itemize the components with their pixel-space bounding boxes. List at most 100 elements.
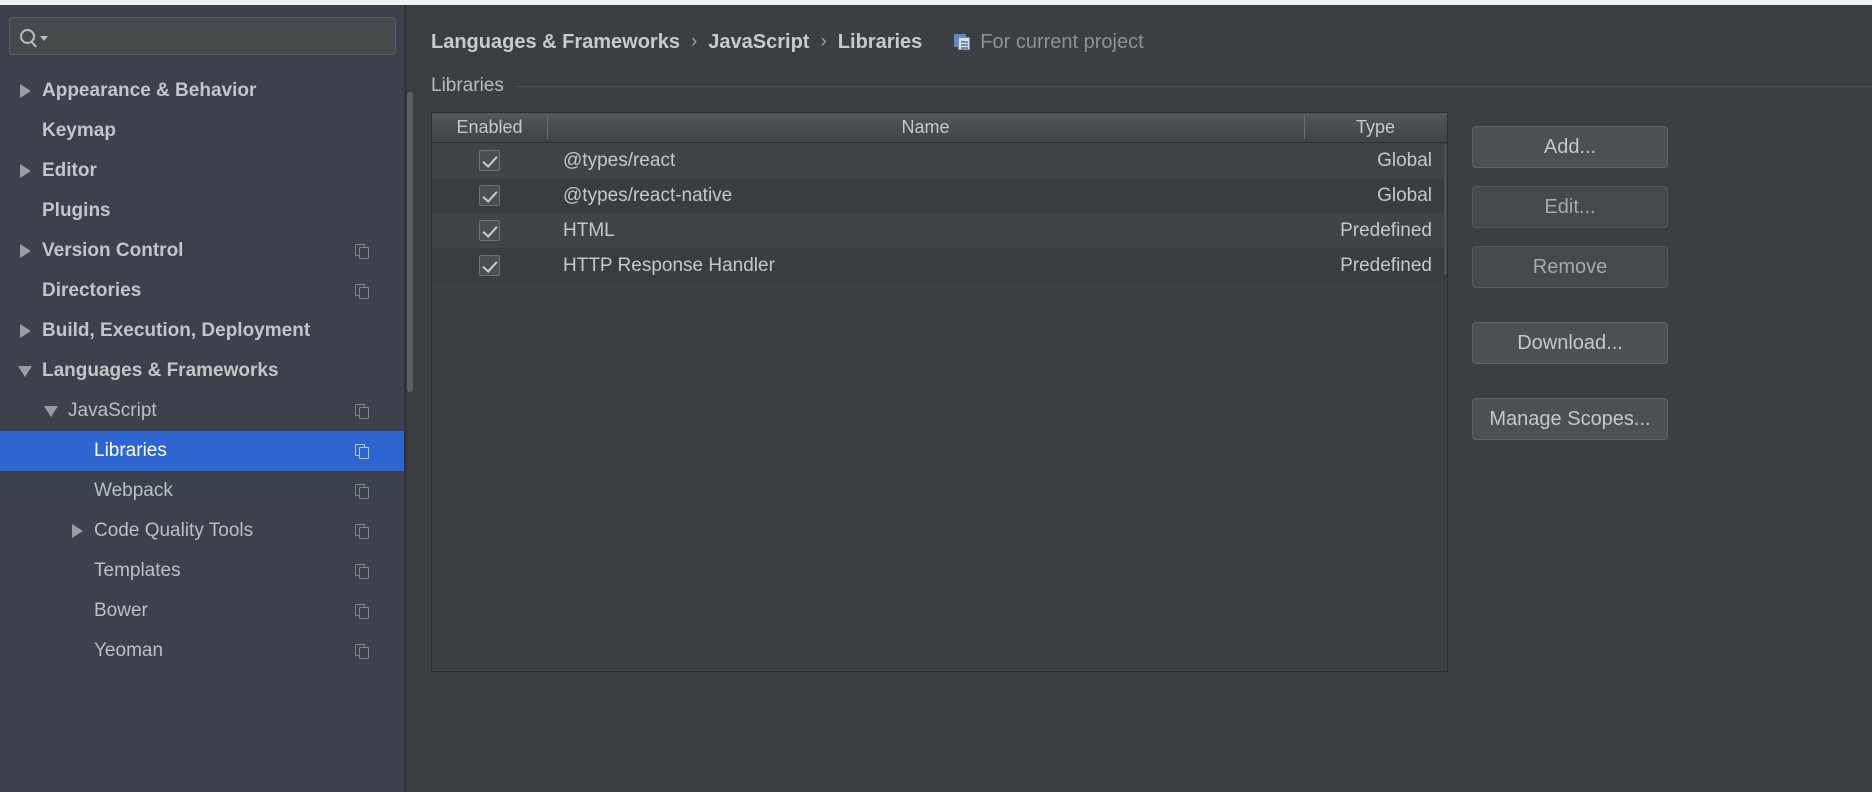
chevron-down-icon[interactable]	[40, 35, 48, 41]
enabled-checkbox[interactable]	[479, 220, 500, 241]
copy-settings-icon[interactable]	[355, 283, 370, 299]
breadcrumb-item-1[interactable]: JavaScript	[708, 31, 809, 54]
cell-library-name: @types/react	[563, 149, 676, 171]
sidebar-item-label: Languages & Frameworks	[42, 360, 279, 381]
sidebar-item-label: Directories	[42, 280, 142, 301]
scope-label: For current project	[980, 30, 1144, 53]
sidebar-item-keymap[interactable]: Keymap	[0, 111, 404, 151]
search-input[interactable]	[54, 26, 385, 46]
cell-library-name: HTTP Response Handler	[563, 254, 775, 276]
cell-enabled[interactable]	[432, 150, 547, 171]
sidebar-item-label: Keymap	[42, 120, 116, 141]
libraries-table: Enabled Name Type @types/react Global @typ…	[431, 112, 1448, 672]
remove-button[interactable]: Remove	[1472, 246, 1668, 288]
copy-settings-icon[interactable]	[355, 523, 370, 539]
sidebar-item-code-quality-tools[interactable]: Code Quality Tools	[0, 511, 404, 551]
table-row[interactable]: HTTP Response Handler Predefined	[432, 248, 1447, 283]
table-body: @types/react Global @types/react-native Glo…	[432, 143, 1447, 283]
sidebar-item-appearance-behavior[interactable]: Appearance & Behavior	[0, 71, 404, 111]
manage-scopes-button[interactable]: Manage Scopes...	[1472, 398, 1668, 440]
search-icon[interactable]	[20, 28, 48, 44]
project-scope-icon	[954, 34, 971, 50]
cell-enabled[interactable]	[432, 185, 547, 206]
copy-settings-icon[interactable]	[355, 603, 370, 619]
download-button[interactable]: Download...	[1472, 322, 1668, 364]
chevron-down-icon[interactable]	[12, 365, 38, 377]
copy-settings-icon[interactable]	[355, 483, 370, 499]
table-row[interactable]: @types/react Global	[432, 143, 1447, 178]
table-row[interactable]: @types/react-native Global	[432, 178, 1447, 213]
sidebar-item-build-execution-deployment[interactable]: Build, Execution, Deployment	[0, 311, 404, 351]
sidebar-item-label: Editor	[42, 160, 97, 181]
copy-settings-icon[interactable]	[355, 403, 370, 419]
breadcrumb: Languages & Frameworks › JavaScript › Li…	[414, 5, 1872, 57]
enabled-checkbox[interactable]	[479, 255, 500, 276]
edit-button[interactable]: Edit...	[1472, 186, 1668, 228]
table-scrollbar[interactable]	[1444, 144, 1447, 274]
sidebar-item-label: Libraries	[94, 440, 167, 461]
button-spacer	[1472, 288, 1872, 322]
sidebar-item-editor[interactable]: Editor	[0, 151, 404, 191]
sidebar-item-bower[interactable]: Bower	[0, 591, 404, 631]
chevron-right-icon[interactable]	[12, 324, 38, 338]
sidebar-item-libraries[interactable]: Libraries	[0, 431, 404, 471]
copy-settings-icon[interactable]	[355, 443, 370, 459]
copy-settings-icon[interactable]	[355, 563, 370, 579]
cell-library-type: Predefined	[1340, 219, 1432, 241]
cell-library-type: Global	[1377, 149, 1432, 171]
breadcrumb-separator: ›	[690, 31, 698, 52]
chevron-down-icon[interactable]	[38, 405, 64, 417]
sidebar-item-version-control[interactable]: Version Control	[0, 231, 404, 271]
sidebar-item-label: Yeoman	[94, 640, 164, 661]
sidebar-item-webpack[interactable]: Webpack	[0, 471, 404, 511]
sidebar-scrollbar-thumb[interactable]	[407, 92, 413, 392]
settings-search-box[interactable]	[9, 17, 396, 55]
scope-indicator: For current project	[954, 30, 1144, 54]
cell-enabled[interactable]	[432, 255, 547, 276]
cell-library-name: @types/react-native	[563, 184, 733, 206]
sidebar-item-languages-frameworks[interactable]: Languages & Frameworks	[0, 351, 404, 391]
sidebar-item-directories[interactable]: Directories	[0, 271, 404, 311]
chevron-right-icon[interactable]	[64, 524, 90, 538]
sidebar-item-label: Code Quality Tools	[94, 520, 254, 541]
cell-enabled[interactable]	[432, 220, 547, 241]
cell-library-name: HTML	[563, 219, 615, 241]
column-header-enabled[interactable]: Enabled	[432, 113, 547, 142]
settings-sidebar: Appearance & Behavior Keymap Editor Plugins…	[0, 5, 404, 792]
sidebar-item-label: Appearance & Behavior	[42, 80, 257, 101]
cell-library-type: Global	[1377, 184, 1432, 206]
enabled-checkbox[interactable]	[479, 185, 500, 206]
sidebar-item-yeoman[interactable]: Yeoman	[0, 631, 404, 671]
search-area	[0, 5, 404, 65]
breadcrumb-item-0[interactable]: Languages & Frameworks	[431, 31, 680, 54]
column-header-name[interactable]: Name	[547, 113, 1304, 142]
table-header-row: Enabled Name Type	[432, 113, 1447, 143]
copy-settings-icon[interactable]	[355, 643, 370, 659]
section-title: Libraries	[431, 75, 504, 96]
section-divider	[515, 85, 1872, 87]
column-header-type[interactable]: Type	[1304, 113, 1447, 142]
sidebar-item-label: JavaScript	[68, 400, 157, 421]
sidebar-item-label: Webpack	[94, 480, 173, 501]
copy-settings-icon[interactable]	[355, 243, 370, 259]
enabled-checkbox[interactable]	[479, 150, 500, 171]
breadcrumb-separator: ›	[820, 31, 827, 52]
sidebar-item-templates[interactable]: Templates	[0, 551, 404, 591]
sidebar-item-javascript[interactable]: JavaScript	[0, 391, 404, 431]
add-button[interactable]: Add...	[1472, 126, 1668, 168]
button-spacer	[1472, 168, 1872, 186]
chevron-right-icon[interactable]	[12, 164, 38, 178]
library-action-buttons: Add... Edit... Remove Download... Manage Sco…	[1472, 112, 1872, 672]
button-spacer	[1472, 364, 1872, 398]
chevron-right-icon[interactable]	[12, 84, 38, 98]
sidebar-item-label: Version Control	[42, 240, 184, 261]
chevron-right-icon[interactable]	[12, 244, 38, 258]
sidebar-item-plugins[interactable]: Plugins	[0, 191, 404, 231]
libraries-content: Enabled Name Type @types/react Global @typ…	[414, 99, 1872, 672]
sidebar-item-label: Bower	[94, 600, 148, 621]
sidebar-item-label: Templates	[94, 560, 181, 581]
cell-library-type: Predefined	[1340, 254, 1432, 276]
breadcrumb-item-2: Libraries	[837, 30, 923, 53]
settings-main-panel: Languages & Frameworks › JavaScript › Li…	[414, 5, 1872, 792]
table-row[interactable]: HTML Predefined	[432, 213, 1447, 248]
